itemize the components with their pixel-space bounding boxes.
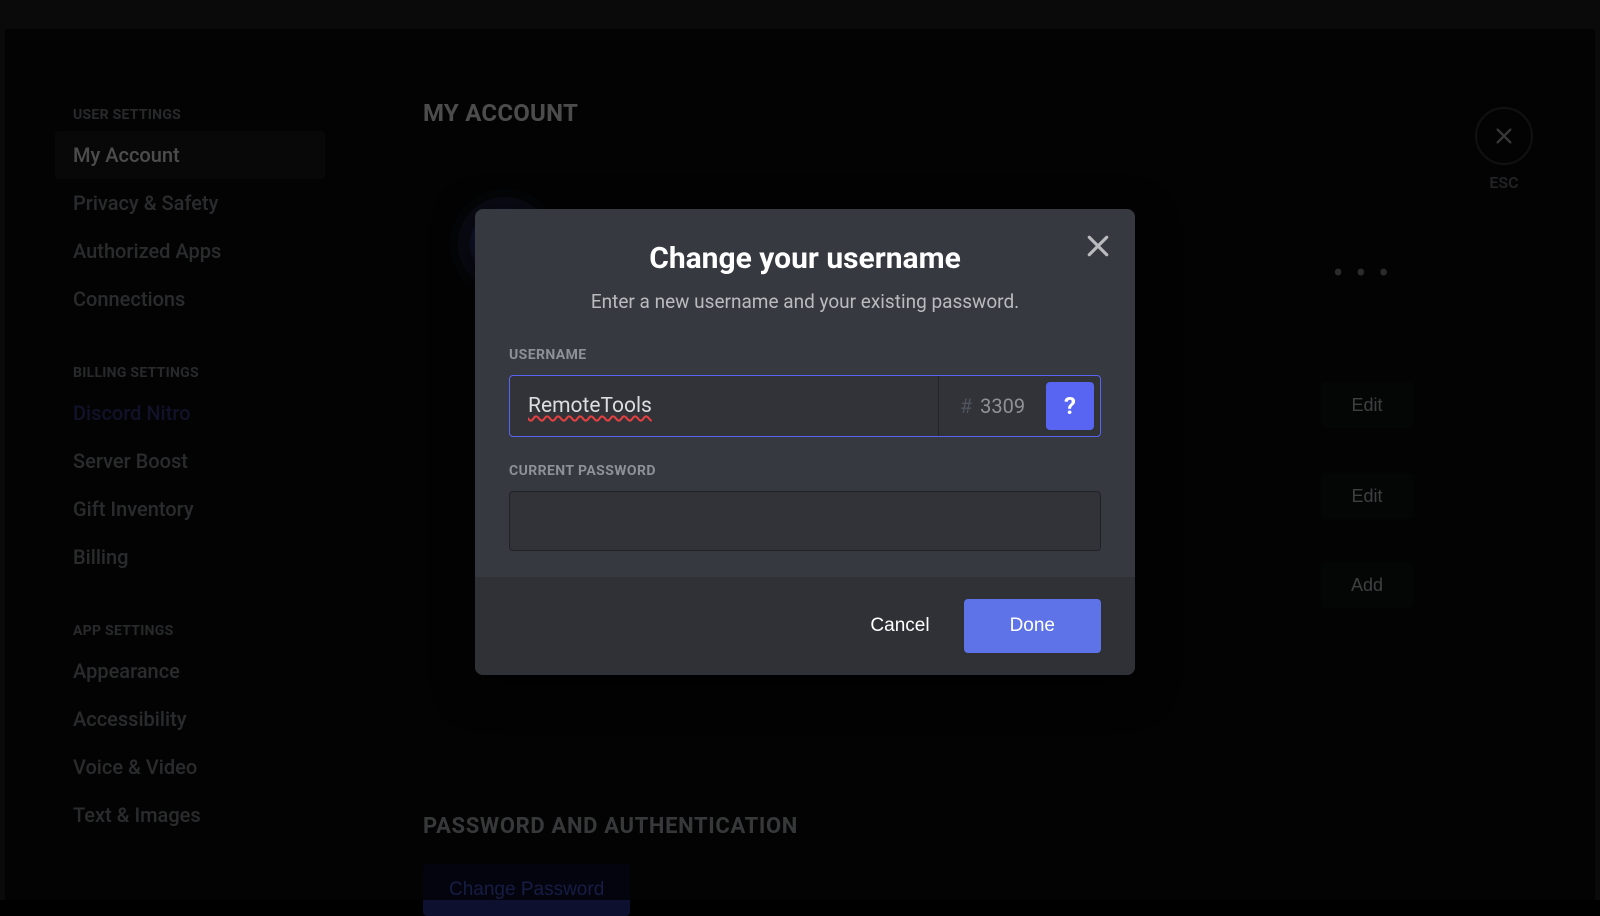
- hash-icon: #: [960, 394, 972, 418]
- modal-title: Change your username: [509, 241, 1101, 276]
- discriminator-box: # 3309: [938, 376, 1046, 436]
- modal-body: Change your username Enter a new usernam…: [475, 209, 1135, 577]
- username-value: RemoteTools: [528, 394, 652, 418]
- modal-subtitle: Enter a new username and your existing p…: [509, 290, 1101, 313]
- modal-footer: Cancel Done: [475, 577, 1135, 675]
- password-field-box: [509, 491, 1101, 551]
- app-root: USER SETTINGS My Account Privacy & Safet…: [0, 0, 1600, 900]
- discriminator-value: 3309: [980, 394, 1025, 418]
- done-button[interactable]: Done: [964, 599, 1101, 653]
- current-password-input[interactable]: [510, 492, 1100, 550]
- question-icon: ?: [1064, 392, 1076, 420]
- username-field-label: USERNAME: [509, 347, 1101, 363]
- cancel-button[interactable]: Cancel: [864, 605, 935, 647]
- app-inner: USER SETTINGS My Account Privacy & Safet…: [5, 29, 1595, 900]
- username-input[interactable]: RemoteTools: [510, 376, 938, 436]
- username-field-row: RemoteTools # 3309 ?: [509, 375, 1101, 437]
- change-username-modal: Change your username Enter a new usernam…: [475, 209, 1135, 675]
- modal-close-button[interactable]: [1083, 231, 1113, 261]
- close-icon: [1083, 231, 1113, 261]
- discriminator-help-button[interactable]: ?: [1046, 382, 1094, 430]
- password-field-label: CURRENT PASSWORD: [509, 463, 1101, 479]
